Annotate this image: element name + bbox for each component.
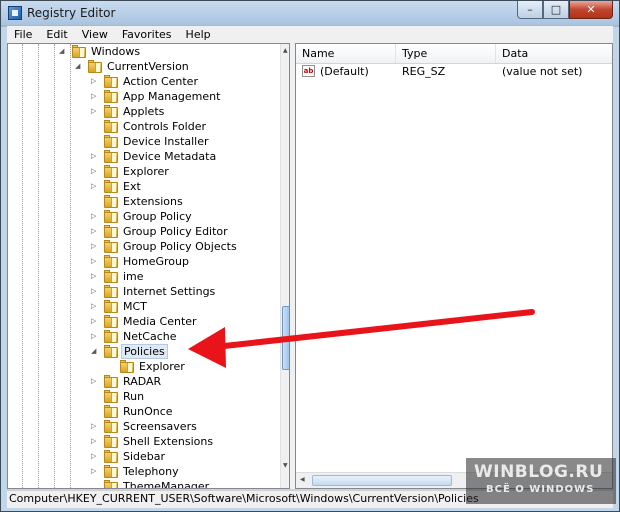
arrow-head	[188, 327, 226, 368]
arrow-shaft	[212, 309, 535, 350]
watermark: WINBLOG.RU ВСЁ О WINDOWS	[466, 458, 616, 504]
annotation-arrow	[188, 309, 535, 368]
watermark-title: WINBLOG.RU	[474, 462, 604, 482]
watermark-subtitle: ВСЁ О WINDOWS	[486, 484, 595, 495]
